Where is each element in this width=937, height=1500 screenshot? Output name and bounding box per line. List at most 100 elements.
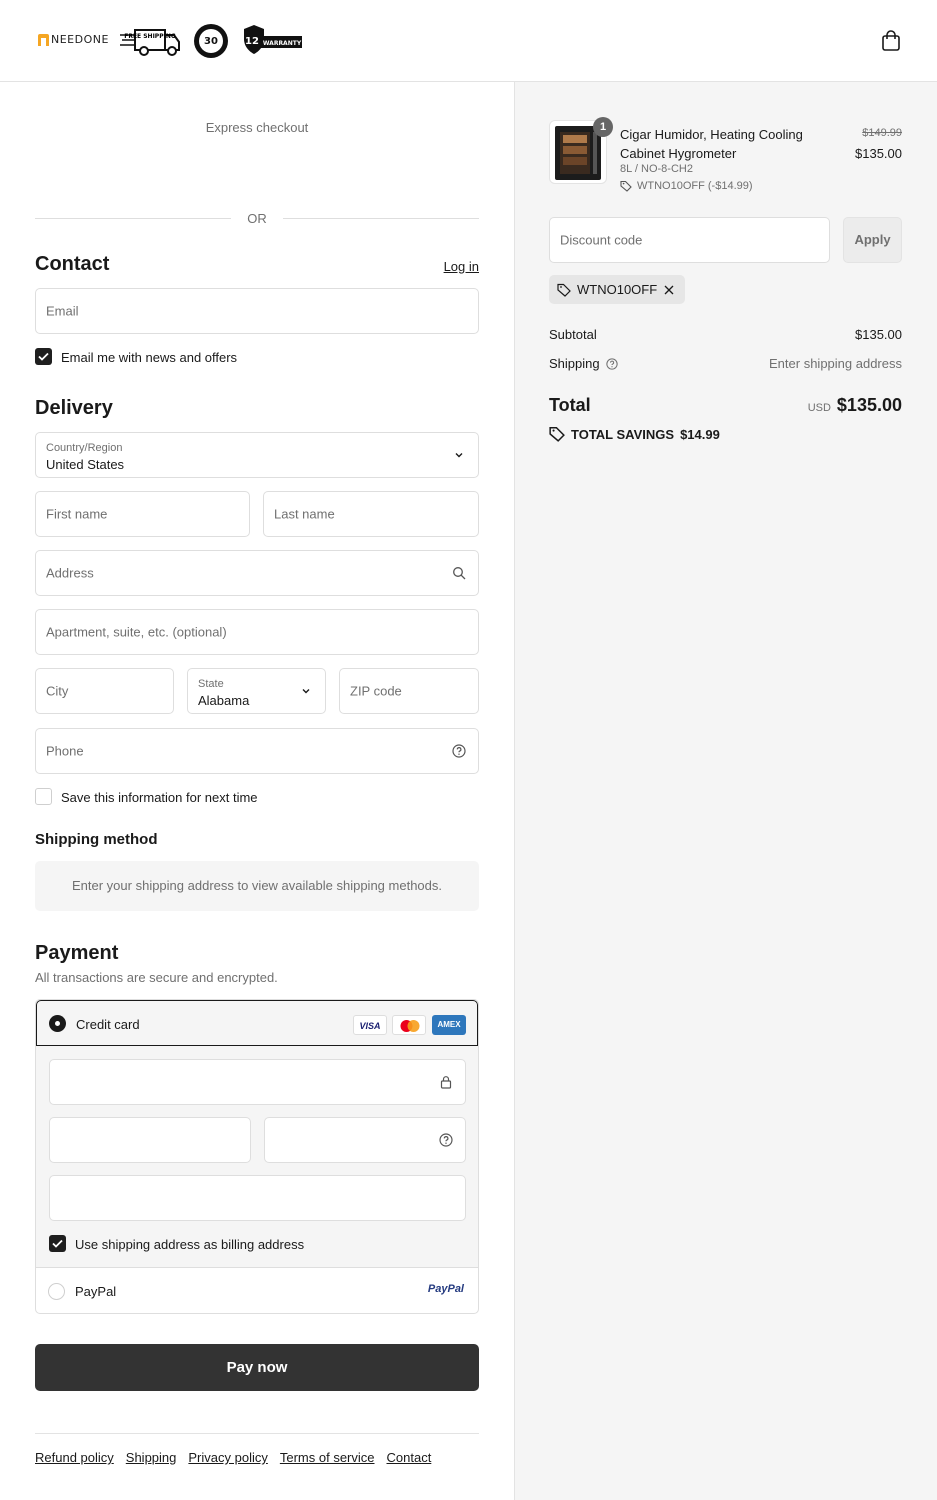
brand-logo-mark-icon — [38, 33, 49, 46]
product-name: Cigar Humidor, Heating Cooling Cabinet H… — [620, 127, 803, 161]
paypal-option[interactable]: PayPal PayPal — [36, 1268, 478, 1313]
login-link[interactable]: Log in — [444, 259, 479, 274]
total-value: $135.00 — [836, 395, 902, 415]
shipping-method-title: Shipping method — [35, 831, 158, 848]
savings-label: TOTAL SAVINGS — [571, 426, 675, 442]
apply-button[interactable]: Apply — [843, 217, 902, 263]
refund-policy-link[interactable]: Refund policy — [35, 1450, 114, 1465]
savings-value: $14.99 — [680, 426, 720, 442]
quantity-badge: 1 — [593, 117, 613, 137]
checkmark-icon — [38, 352, 49, 361]
country-label: Country/Region — [46, 442, 123, 454]
header: NEEDONE FREE SHIPPING 30 12 WARRANTY — [0, 0, 937, 82]
email-field[interactable]: Email — [35, 288, 479, 334]
amex-icon: AMEX — [432, 1015, 466, 1035]
close-icon[interactable] — [663, 284, 675, 296]
save-info-checkbox[interactable] — [35, 788, 52, 805]
shopping-bag-icon[interactable] — [881, 30, 901, 52]
delivery-title: Delivery — [35, 397, 113, 419]
shipping-label: Shipping — [549, 356, 600, 371]
terms-of-service-link[interactable]: Terms of service — [280, 1450, 375, 1465]
shipping-method-message: Enter your shipping address to view avai… — [35, 861, 479, 911]
express-checkout-label: Express checkout — [205, 120, 309, 135]
apartment-placeholder: Apartment, suite, etc. (optional) — [46, 624, 227, 640]
pay-now-button[interactable]: Pay now — [35, 1344, 479, 1391]
city-field[interactable]: City — [35, 668, 174, 714]
product-original-price: $149.99 — [862, 127, 902, 139]
product-discount-text: WTNO10OFF (-$14.99) — [637, 180, 753, 192]
subtotal-row: Subtotal $135.00 — [549, 327, 902, 342]
last-name-placeholder: Last name — [274, 506, 335, 522]
contact-title: Contact — [35, 253, 110, 275]
help-circle-icon[interactable] — [605, 357, 618, 370]
phone-placeholder: Phone — [46, 743, 84, 759]
phone-field[interactable]: Phone — [35, 728, 479, 774]
contact-link[interactable]: Contact — [387, 1450, 432, 1465]
warranty-text: WARRANTY — [263, 40, 302, 47]
tag-icon — [557, 283, 571, 297]
mastercard-icon — [392, 1015, 426, 1035]
help-circle-icon[interactable] — [439, 1133, 453, 1147]
email-placeholder: Email — [46, 303, 79, 319]
privacy-policy-link[interactable]: Privacy policy — [188, 1450, 267, 1465]
brand-logo[interactable]: NEEDONE — [38, 33, 109, 46]
chevron-down-icon — [455, 453, 463, 458]
discount-code-field[interactable]: Discount code — [549, 217, 830, 263]
free-shipping-truck-icon: FREE SHIPPING — [120, 29, 180, 56]
first-name-field[interactable]: First name — [35, 491, 250, 537]
subtotal-value: $135.00 — [855, 327, 902, 342]
zip-placeholder: ZIP code — [350, 683, 402, 699]
country-select[interactable]: Country/Region United States — [35, 432, 479, 478]
product-price: $135.00 — [855, 146, 902, 161]
footer-links: Refund policy Shipping Privacy policy Te… — [35, 1450, 431, 1465]
zip-field[interactable]: ZIP code — [339, 668, 479, 714]
apartment-field[interactable]: Apartment, suite, etc. (optional) — [35, 609, 479, 655]
card-number-field[interactable] — [49, 1059, 466, 1105]
search-icon — [453, 567, 466, 580]
paypal-logo-icon: PayPal — [427, 1283, 464, 1295]
shipping-policy-link[interactable]: Shipping — [126, 1450, 177, 1465]
total-savings: TOTAL SAVINGS $14.99 — [549, 426, 720, 442]
news-checkbox[interactable] — [35, 348, 52, 365]
state-label: State — [198, 678, 224, 690]
free-shipping-badge-text: FREE SHIPPING — [124, 33, 176, 40]
brand-name: NEEDONE — [51, 33, 109, 46]
help-circle-icon[interactable] — [452, 744, 466, 758]
visa-icon: VISA — [353, 1015, 387, 1035]
return-seal-text: 30 — [204, 36, 218, 47]
payment-methods: Credit card VISA AMEX Use shipping addre… — [35, 999, 479, 1314]
credit-card-option[interactable]: Credit card VISA AMEX — [36, 1000, 478, 1046]
tag-icon — [620, 180, 632, 192]
warranty-years-text: 12 — [245, 36, 259, 47]
billing-address-checkbox[interactable] — [49, 1235, 66, 1252]
warranty-shield-icon: 12 WARRANTY — [244, 25, 302, 54]
last-name-field[interactable]: Last name — [263, 491, 479, 537]
tag-icon — [549, 426, 565, 442]
payment-title: Payment — [35, 942, 119, 964]
chevron-down-icon — [302, 689, 310, 694]
paypal-label: PayPal — [75, 1284, 117, 1299]
name-on-card-field[interactable] — [49, 1175, 466, 1221]
checkmark-icon — [52, 1239, 63, 1248]
total-label: Total — [549, 395, 591, 415]
applied-discount-chip: WTNO10OFF — [549, 275, 686, 304]
credit-card-radio[interactable] — [49, 1015, 66, 1032]
currency-code: USD — [807, 402, 831, 414]
30-day-return-seal-icon: 30 — [194, 24, 228, 58]
credit-card-label: Credit card — [76, 1017, 140, 1032]
country-value: United States — [46, 457, 125, 472]
billing-address-label: Use shipping address as billing address — [75, 1237, 305, 1252]
payment-subtitle: All transactions are secure and encrypte… — [35, 970, 278, 985]
paypal-radio[interactable] — [48, 1283, 65, 1300]
state-value: Alabama — [198, 693, 250, 708]
address-placeholder: Address — [46, 565, 94, 581]
divider-line — [283, 218, 479, 219]
shipping-row: Shipping Enter shipping address — [549, 356, 902, 371]
state-select[interactable]: State Alabama — [187, 668, 326, 714]
address-field[interactable]: Address — [35, 550, 479, 596]
or-divider: OR — [35, 211, 479, 227]
expiration-date-field[interactable] — [49, 1117, 251, 1163]
discount-code-placeholder: Discount code — [560, 232, 643, 248]
subtotal-label: Subtotal — [549, 327, 597, 342]
security-code-field[interactable] — [264, 1117, 466, 1163]
